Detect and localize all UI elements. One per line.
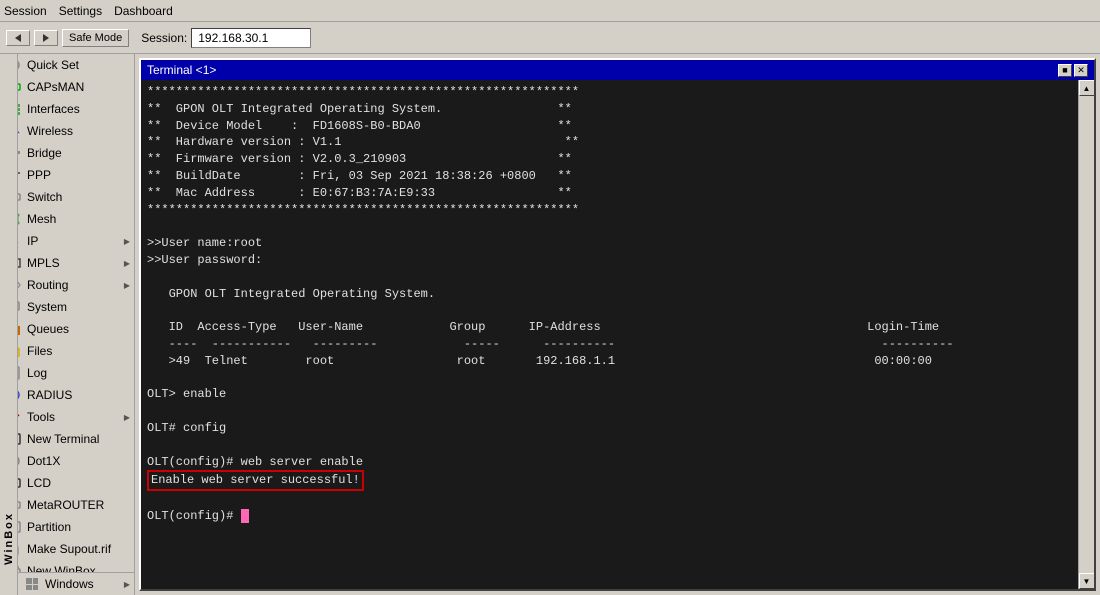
sidebar-label-dot1x: Dot1X: [27, 454, 60, 468]
menu-settings[interactable]: Settings: [59, 4, 102, 18]
sidebar-label-system: System: [27, 300, 67, 314]
menu-bar: Session Settings Dashboard: [0, 0, 1100, 22]
sidebar-item-windows[interactable]: Windows: [18, 572, 134, 595]
sidebar-item-lcd[interactable]: LCD: [0, 472, 134, 494]
terminal-window: Terminal <1> ■ ✕ ***********************…: [139, 58, 1096, 591]
sidebar-label-tools: Tools: [27, 410, 55, 424]
terminal-body[interactable]: ****************************************…: [141, 80, 1078, 589]
terminal-cursor: [241, 509, 249, 523]
sidebar-label-ppp: PPP: [27, 168, 51, 182]
sidebar-item-system[interactable]: System: [0, 296, 134, 318]
sidebar-label-mpls: MPLS: [27, 256, 60, 270]
back-button[interactable]: [6, 30, 30, 46]
winbox-vertical-label: WinBox: [3, 512, 15, 565]
session-label: Session:: [141, 31, 187, 45]
sidebar: Quick Set CAPsMAN Interfaces Wireless Br…: [0, 54, 135, 595]
sidebar-item-log[interactable]: Log: [0, 362, 134, 384]
sidebar-label-mesh: Mesh: [27, 212, 56, 226]
sidebar-label-wireless: Wireless: [27, 124, 73, 138]
sidebar-label-files: Files: [27, 344, 52, 358]
sidebar-label-capsman: CAPsMAN: [27, 80, 84, 94]
sidebar-label-interfaces: Interfaces: [27, 102, 80, 116]
sidebar-item-make-supout[interactable]: Make Supout.rif: [0, 538, 134, 560]
sidebar-item-switch[interactable]: Switch: [0, 186, 134, 208]
main-layout: Quick Set CAPsMAN Interfaces Wireless Br…: [0, 54, 1100, 595]
terminal-text: ****************************************…: [147, 84, 1072, 525]
sidebar-item-interfaces[interactable]: Interfaces: [0, 98, 134, 120]
terminal-scrollbar: ▲ ▼: [1078, 80, 1094, 589]
sidebar-item-capsman[interactable]: CAPsMAN: [0, 76, 134, 98]
sidebar-label-make-supout: Make Supout.rif: [27, 542, 111, 556]
terminal-minimize-button[interactable]: ■: [1058, 64, 1072, 77]
forward-button[interactable]: [34, 30, 58, 46]
windows-icon: [24, 576, 40, 592]
terminal-title: Terminal <1>: [147, 63, 216, 77]
sidebar-label-metarouter: MetaROUTER: [27, 498, 104, 512]
sidebar-item-wireless[interactable]: Wireless: [0, 120, 134, 142]
sidebar-item-mpls[interactable]: MPLS: [0, 252, 134, 274]
sidebar-item-bridge[interactable]: Bridge: [0, 142, 134, 164]
terminal-title-buttons: ■ ✕: [1058, 64, 1088, 77]
sidebar-item-new-terminal[interactable]: >_ New Terminal: [0, 428, 134, 450]
sidebar-label-switch: Switch: [27, 190, 62, 204]
menu-dashboard[interactable]: Dashboard: [114, 4, 173, 18]
sidebar-label-bridge: Bridge: [27, 146, 62, 160]
sidebar-item-dot1x[interactable]: 1X Dot1X: [0, 450, 134, 472]
scroll-down-button[interactable]: ▼: [1079, 573, 1095, 589]
sidebar-item-partition[interactable]: Partition: [0, 516, 134, 538]
sidebar-item-tools[interactable]: Tools: [0, 406, 134, 428]
sidebar-item-ppp[interactable]: PPP: [0, 164, 134, 186]
toolbar: Safe Mode Session: 192.168.30.1: [0, 22, 1100, 54]
sidebar-item-mesh[interactable]: Mesh: [0, 208, 134, 230]
sidebar-label-log: Log: [27, 366, 47, 380]
terminal-body-wrapper: ****************************************…: [141, 80, 1094, 589]
sidebar-label-routing: Routing: [27, 278, 68, 292]
sidebar-item-radius[interactable]: RADIUS: [0, 384, 134, 406]
terminal-container: Terminal <1> ■ ✕ ***********************…: [135, 54, 1100, 595]
sidebar-label-queues: Queues: [27, 322, 69, 336]
sidebar-label-new-terminal: New Terminal: [27, 432, 99, 446]
safe-mode-button[interactable]: Safe Mode: [62, 29, 129, 47]
terminal-titlebar: Terminal <1> ■ ✕: [141, 60, 1094, 80]
sidebar-item-routing[interactable]: Routing: [0, 274, 134, 296]
menu-session[interactable]: Session: [4, 4, 47, 18]
session-ip[interactable]: 192.168.30.1: [191, 28, 311, 48]
sidebar-label-radius: RADIUS: [27, 388, 72, 402]
terminal-close-button[interactable]: ✕: [1074, 64, 1088, 77]
sidebar-label-lcd: LCD: [27, 476, 51, 490]
sidebar-label-quick-set: Quick Set: [27, 58, 79, 72]
scroll-up-button[interactable]: ▲: [1079, 80, 1095, 96]
scroll-track[interactable]: [1079, 96, 1094, 573]
sidebar-label-ip: IP: [27, 234, 38, 248]
highlight-success: Enable web server successful!: [147, 470, 364, 491]
sidebar-item-files[interactable]: Files: [0, 340, 134, 362]
sidebar-item-metarouter[interactable]: MetaROUTER: [0, 494, 134, 516]
sidebar-label-partition: Partition: [27, 520, 71, 534]
sidebar-item-quick-set[interactable]: Quick Set: [0, 54, 134, 76]
sidebar-label-windows: Windows: [45, 577, 94, 591]
sidebar-item-queues[interactable]: Queues: [0, 318, 134, 340]
sidebar-item-ip[interactable]: 55 IP: [0, 230, 134, 252]
